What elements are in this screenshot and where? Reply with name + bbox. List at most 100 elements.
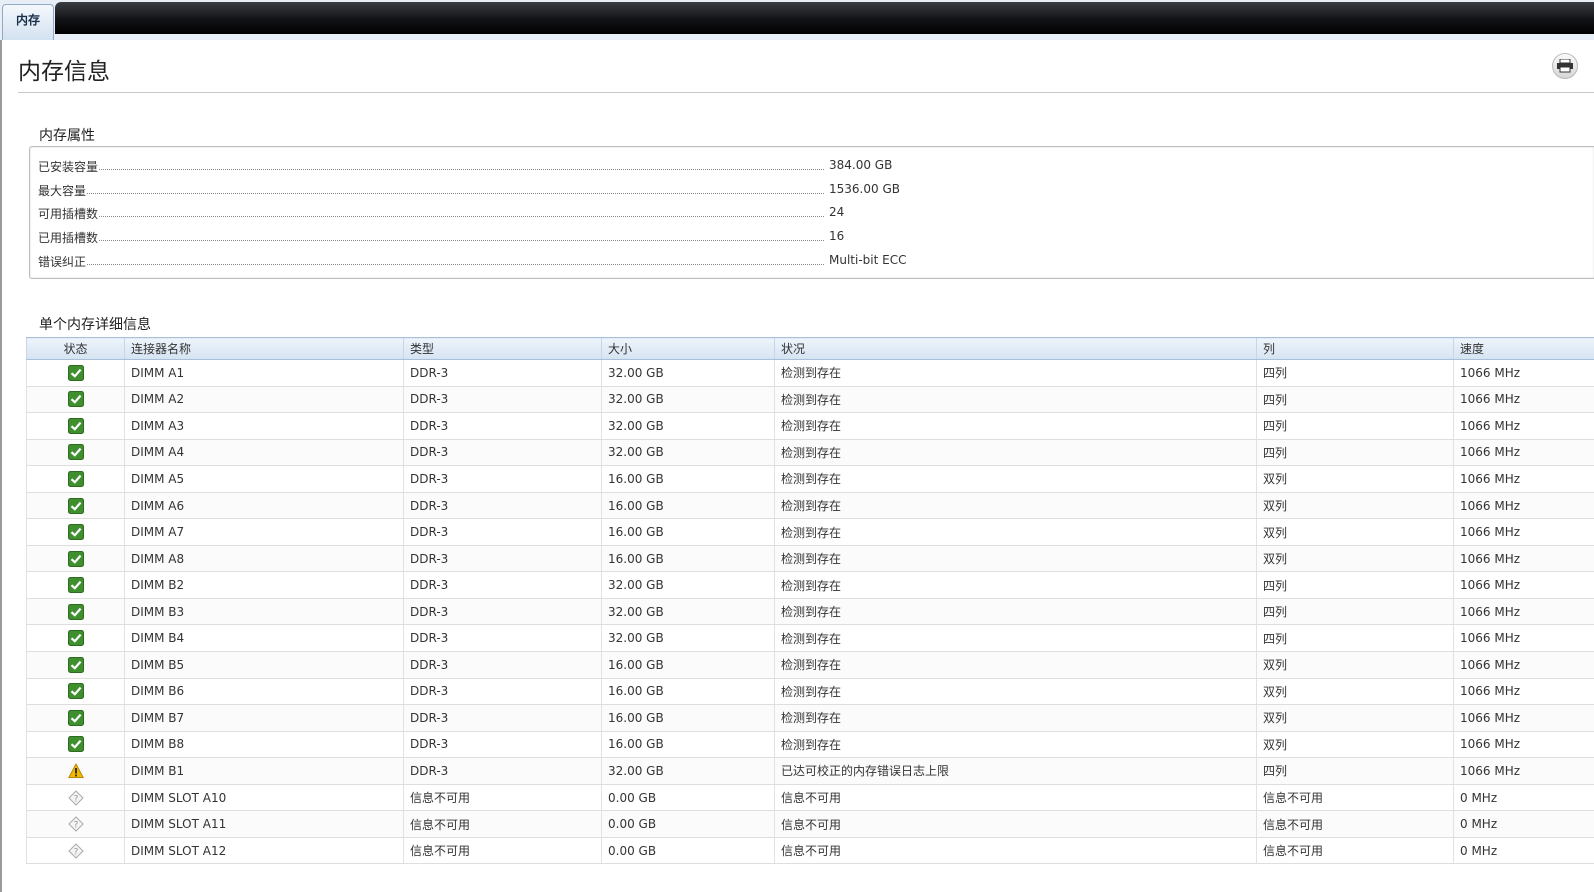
cell-status — [26, 545, 125, 573]
cell-rank: 双列 — [1256, 704, 1454, 732]
column-header-type[interactable]: 类型 — [403, 337, 602, 360]
property-value: 1536.00 GB — [829, 182, 900, 196]
cell-size: 16.00 GB — [601, 465, 775, 493]
cell-status — [26, 359, 125, 387]
check-icon — [67, 417, 84, 434]
check-icon — [67, 364, 84, 381]
table-row[interactable]: DIMM A7 DDR-3 16.00 GB 检测到存在 双列 1066 MHz — [26, 518, 1594, 546]
cell-size: 32.00 GB — [601, 412, 775, 440]
cell-type: 信息不可用 — [403, 810, 602, 838]
cell-rank: 四列 — [1256, 757, 1454, 785]
cell-connector-name: DIMM SLOT A10 — [124, 784, 404, 812]
cell-type: DDR-3 — [403, 439, 602, 467]
table-row[interactable]: DIMM B2 DDR-3 32.00 GB 检测到存在 四列 1066 MHz — [26, 571, 1594, 599]
unknown-icon: ? — [67, 842, 84, 859]
cell-connector-name: DIMM SLOT A12 — [124, 837, 404, 865]
cell-condition: 检测到存在 — [774, 598, 1257, 626]
cell-rank: 四列 — [1256, 598, 1454, 626]
cell-type: DDR-3 — [403, 386, 602, 414]
cell-connector-name: DIMM B7 — [124, 704, 404, 732]
cell-condition: 检测到存在 — [774, 359, 1257, 387]
check-icon — [67, 391, 84, 408]
table-row[interactable]: ? DIMM SLOT A10 信息不可用 0.00 GB 信息不可用 信息不可用 0 MH… — [26, 784, 1594, 812]
cell-size: 32.00 GB — [601, 598, 775, 626]
cell-speed: 0 MHz — [1453, 837, 1594, 865]
cell-size: 32.00 GB — [601, 386, 775, 414]
cell-type: DDR-3 — [403, 624, 602, 653]
table-row[interactable]: DIMM B7 DDR-3 16.00 GB 检测到存在 双列 1066 MHz — [26, 704, 1594, 732]
cell-rank: 四列 — [1256, 412, 1454, 440]
table-row[interactable]: DIMM B8 DDR-3 16.00 GB 检测到存在 双列 1066 MHz — [26, 731, 1594, 759]
table-row[interactable]: DIMM A5 DDR-3 16.00 GB 检测到存在 双列 1066 MHz — [26, 465, 1594, 493]
table-row[interactable]: DIMM A8 DDR-3 16.00 GB 检测到存在 双列 1066 MHz — [26, 545, 1594, 573]
property-row: 已用插槽数 16 — [38, 227, 1038, 247]
cell-size: 32.00 GB — [601, 439, 775, 467]
cell-type: DDR-3 — [403, 731, 602, 759]
cell-type: DDR-3 — [403, 545, 602, 573]
table-row[interactable]: DIMM A3 DDR-3 32.00 GB 检测到存在 四列 1066 MHz — [26, 412, 1594, 440]
title-divider — [18, 92, 1594, 93]
cell-status — [26, 651, 125, 679]
cell-speed: 1066 MHz — [1453, 571, 1594, 599]
leader-dots — [38, 169, 824, 170]
property-row: 最大容量 1536.00 GB — [38, 180, 1038, 200]
cell-connector-name: DIMM A8 — [124, 545, 404, 573]
cell-condition: 检测到存在 — [774, 624, 1257, 653]
column-header-size[interactable]: 大小 — [601, 337, 775, 360]
cell-speed: 1066 MHz — [1453, 598, 1594, 626]
cell-status — [26, 678, 125, 706]
table-row[interactable]: ? DIMM SLOT A11 信息不可用 0.00 GB 信息不可用 信息不可用 0 MH… — [26, 810, 1594, 838]
cell-rank: 双列 — [1256, 651, 1454, 679]
cell-size: 16.00 GB — [601, 704, 775, 732]
check-icon — [67, 577, 84, 594]
cell-status — [26, 465, 125, 493]
warning-icon — [67, 763, 84, 778]
cell-status — [26, 731, 125, 759]
cell-status — [26, 598, 125, 626]
cell-speed: 1066 MHz — [1453, 678, 1594, 706]
table-row[interactable]: ? DIMM SLOT A12 信息不可用 0.00 GB 信息不可用 信息不可用 0 MH… — [26, 837, 1594, 865]
memory-properties-heading: 内存属性 — [39, 128, 95, 144]
column-header-condition[interactable]: 状况 — [774, 337, 1257, 360]
cell-size: 16.00 GB — [601, 731, 775, 759]
svg-text:?: ? — [73, 847, 78, 857]
cell-speed: 1066 MHz — [1453, 545, 1594, 573]
print-icon[interactable] — [1552, 53, 1578, 79]
table-row[interactable]: DIMM B3 DDR-3 32.00 GB 检测到存在 四列 1066 MHz — [26, 598, 1594, 626]
column-header-speed[interactable]: 速度 — [1453, 337, 1594, 360]
cell-connector-name: DIMM A5 — [124, 465, 404, 493]
cell-rank: 四列 — [1256, 624, 1454, 653]
column-header-connector-name[interactable]: 连接器名称 — [124, 337, 404, 360]
table-row[interactable]: DIMM B4 DDR-3 32.00 GB 检测到存在 四列 1066 MHz — [26, 624, 1594, 653]
tab-memory[interactable]: 内存 — [2, 4, 54, 40]
table-row[interactable]: DIMM B1 DDR-3 32.00 GB 已达可校正的内存错误日志上限 四列 1066… — [26, 757, 1594, 785]
cell-type: 信息不可用 — [403, 837, 602, 865]
memory-details-heading: 单个内存详细信息 — [39, 317, 151, 333]
table-row[interactable]: DIMM A6 DDR-3 16.00 GB 检测到存在 双列 1066 MHz — [26, 492, 1594, 520]
cell-speed: 1066 MHz — [1453, 651, 1594, 679]
cell-type: 信息不可用 — [403, 784, 602, 812]
cell-condition: 信息不可用 — [774, 784, 1257, 812]
table-row[interactable]: DIMM A2 DDR-3 32.00 GB 检测到存在 四列 1066 MHz — [26, 386, 1594, 414]
table-row[interactable]: DIMM B5 DDR-3 16.00 GB 检测到存在 双列 1066 MHz — [26, 651, 1594, 679]
cell-connector-name: DIMM B4 — [124, 624, 404, 653]
check-icon — [67, 656, 84, 673]
column-header-status[interactable]: 状态 — [26, 337, 125, 360]
table-header-row: 状态 连接器名称 类型 大小 状况 列 速度 — [26, 337, 1594, 360]
cell-status: ? — [26, 837, 125, 865]
cell-rank: 四列 — [1256, 386, 1454, 414]
cell-size: 0.00 GB — [601, 837, 775, 865]
check-icon — [67, 736, 84, 753]
cell-speed: 1066 MHz — [1453, 518, 1594, 546]
cell-connector-name: DIMM A2 — [124, 386, 404, 414]
table-row[interactable]: DIMM B6 DDR-3 16.00 GB 检测到存在 双列 1066 MHz — [26, 678, 1594, 706]
property-label: 已用插槽数 — [38, 229, 99, 246]
cell-status — [26, 571, 125, 599]
table-row[interactable]: DIMM A4 DDR-3 32.00 GB 检测到存在 四列 1066 MHz — [26, 439, 1594, 467]
cell-status: ? — [26, 784, 125, 812]
column-header-rank[interactable]: 列 — [1256, 337, 1454, 360]
tab-bar-background — [55, 2, 1594, 34]
table-row[interactable]: DIMM A1 DDR-3 32.00 GB 检测到存在 四列 1066 MHz — [26, 359, 1594, 387]
cell-condition: 信息不可用 — [774, 810, 1257, 838]
leader-dots — [38, 264, 824, 265]
